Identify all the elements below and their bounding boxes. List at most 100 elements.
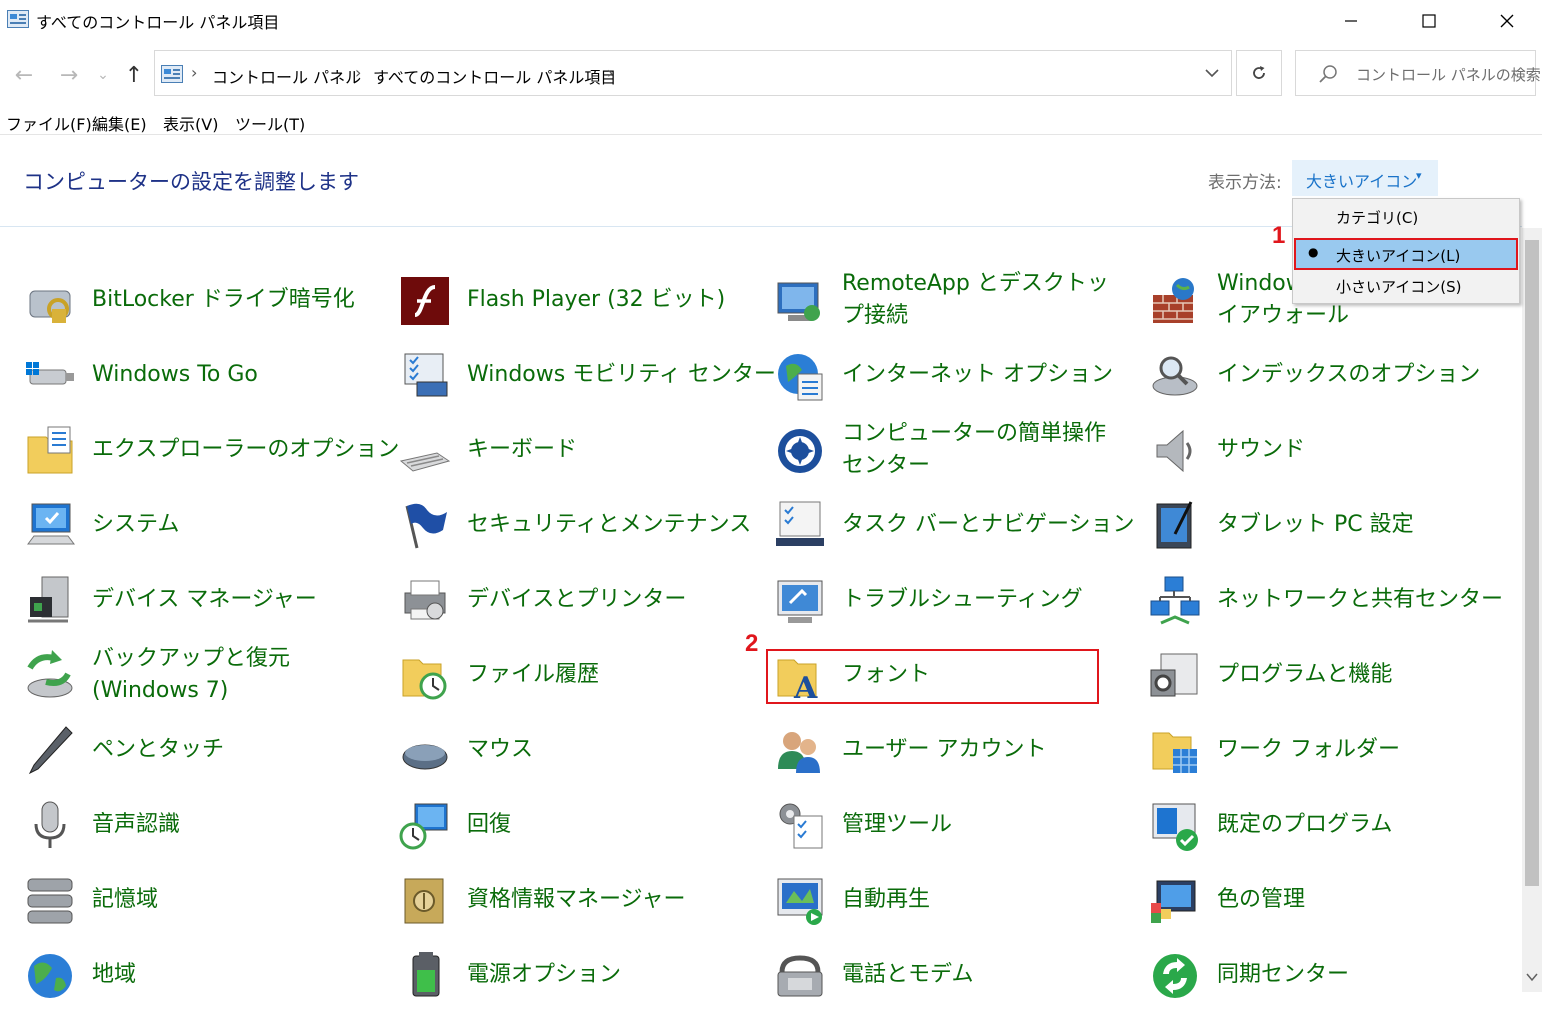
- control-panel-item[interactable]: 回復: [397, 790, 767, 864]
- scroll-down-arrow-icon[interactable]: [1524, 966, 1540, 988]
- control-panel-item[interactable]: サウンド: [1147, 415, 1507, 489]
- menu-edit[interactable]: 編集(E): [92, 111, 147, 135]
- control-panel-item-label: Flash Player (32 ビット): [467, 287, 726, 312]
- annotation-highlight-box: [766, 649, 1099, 704]
- control-panel-item[interactable]: 記憶域: [22, 865, 392, 939]
- control-panel-item[interactable]: エクスプローラーのオプション: [22, 415, 399, 489]
- scrollbar-thumb[interactable]: [1525, 240, 1539, 886]
- control-panel-item-label: Windows To Go: [92, 362, 258, 387]
- control-panel-item[interactable]: 管理ツール: [772, 790, 1142, 864]
- control-panel-item[interactable]: 自動再生: [772, 865, 1142, 939]
- control-panel-item[interactable]: Windows To Go: [22, 340, 392, 414]
- chevron-down-icon[interactable]: [1205, 68, 1219, 78]
- control-panel-item-label: 電源オプション: [467, 962, 622, 987]
- maximize-button[interactable]: [1390, 0, 1468, 42]
- control-panel-item[interactable]: ワーク フォルダー: [1147, 715, 1507, 789]
- control-panel-item[interactable]: デバイスとプリンター: [397, 565, 767, 639]
- breadcrumb-all-items[interactable]: すべてのコントロール パネル項目: [373, 64, 616, 88]
- control-panel-item[interactable]: インデックスのオプション: [1147, 340, 1507, 414]
- control-panel-item-label: ワーク フォルダー: [1217, 737, 1400, 762]
- internet-icon: [778, 354, 823, 401]
- menu-view[interactable]: 表示(V): [163, 111, 218, 135]
- back-button[interactable]: ←: [12, 61, 36, 89]
- breadcrumb-separator[interactable]: ›: [355, 63, 361, 82]
- close-button[interactable]: [1468, 0, 1542, 42]
- annotation-highlight-box: [1294, 238, 1518, 270]
- control-panel-item[interactable]: コンピューターの簡単操作センター: [772, 415, 1142, 489]
- control-panel-item-label: タスク バーとナビゲーション: [842, 512, 1135, 537]
- forward-button[interactable]: →: [57, 61, 81, 89]
- control-panel-item[interactable]: タスク バーとナビゲーション: [772, 490, 1142, 564]
- annotation-marker-1: 1: [1272, 222, 1286, 249]
- control-panel-item[interactable]: 地域: [22, 940, 392, 1014]
- view-by-value: 大きいアイコン: [1306, 172, 1418, 191]
- search-placeholder[interactable]: コントロール パネルの検索: [1356, 64, 1541, 85]
- control-panel-item[interactable]: 電源オプション: [397, 940, 767, 1014]
- menu-tools[interactable]: ツール(T): [235, 111, 305, 135]
- search-box[interactable]: コントロール パネルの検索: [1295, 50, 1541, 96]
- sound-icon: [1156, 429, 1192, 473]
- divider: [0, 134, 1542, 135]
- control-panel-item[interactable]: ネットワークと共有センター: [1147, 565, 1507, 639]
- control-panel-item[interactable]: 電話とモデム: [772, 940, 1142, 1014]
- control-panel-item[interactable]: バックアップと復元 (Windows 7): [22, 640, 392, 714]
- control-panel-item[interactable]: 既定のプログラム: [1147, 790, 1507, 864]
- control-panel-item[interactable]: システム: [22, 490, 392, 564]
- up-button[interactable]: ↑: [122, 61, 146, 89]
- control-panel-item-label: 地域: [92, 962, 137, 987]
- control-panel-item[interactable]: マウス: [397, 715, 767, 789]
- control-panel-item-label: BitLocker ドライブ暗号化: [92, 287, 355, 312]
- breadcrumb-separator[interactable]: ›: [191, 63, 197, 82]
- control-panel-item[interactable]: キーボード: [397, 415, 767, 489]
- view-menu-item-small-icons[interactable]: 小さいアイコン(S): [1294, 270, 1518, 301]
- close-icon: [1500, 14, 1514, 28]
- programs-icon: [1150, 653, 1198, 697]
- backup-icon: [27, 650, 73, 698]
- control-panel-item[interactable]: デバイス マネージャー: [22, 565, 392, 639]
- control-panel-item[interactable]: トラブルシューティング: [772, 565, 1142, 639]
- taskbar-icon: [776, 501, 824, 546]
- control-panel-item[interactable]: 色の管理: [1147, 865, 1507, 939]
- control-panel-item[interactable]: インターネット オプション: [772, 340, 1142, 414]
- control-panel-item[interactable]: Windows モビリティ センター: [397, 340, 776, 414]
- recovery-icon: [399, 803, 448, 850]
- power-icon: [412, 952, 440, 997]
- control-panel-item[interactable]: ファイル履歴: [397, 640, 767, 714]
- control-panel-item[interactable]: BitLocker ドライブ暗号化: [22, 265, 392, 339]
- control-panel-item[interactable]: セキュリティとメンテナンス: [397, 490, 767, 564]
- control-panel-item-label: 資格情報マネージャー: [467, 887, 686, 912]
- view-menu-item-category[interactable]: カテゴリ(C): [1294, 201, 1518, 232]
- control-panel-item[interactable]: ペンとタッチ: [22, 715, 392, 789]
- recent-locations-button[interactable]: ⌄: [94, 61, 112, 89]
- minimize-button[interactable]: [1312, 0, 1390, 42]
- printer-icon: [404, 580, 446, 620]
- color-management-icon: [1151, 880, 1196, 923]
- view-menu-item-label: 小さいアイコン(S): [1336, 278, 1462, 296]
- bitlocker-icon: [29, 290, 71, 323]
- refresh-button[interactable]: [1236, 50, 1282, 96]
- control-panel-item-label: タブレット PC 設定: [1217, 512, 1414, 537]
- view-by-label: 表示方法:: [1208, 173, 1282, 193]
- control-panel-item[interactable]: ユーザー アカウント: [772, 715, 1142, 789]
- control-panel-item[interactable]: タブレット PC 設定: [1147, 490, 1507, 564]
- forward-arrow-icon: →: [59, 62, 79, 88]
- control-panel-item-label: デバイス マネージャー: [92, 587, 317, 612]
- control-panel-item-label: 記憶域: [92, 887, 159, 912]
- breadcrumb-control-panel[interactable]: コントロール パネル: [212, 64, 361, 88]
- system-icon: [27, 503, 75, 545]
- region-globe-icon: [28, 954, 72, 998]
- control-panel-item[interactable]: 同期センター: [1147, 940, 1507, 1014]
- control-panel-item[interactable]: Flash Player (32 ビット): [397, 265, 767, 339]
- breadcrumb-separator[interactable]: ›: [607, 63, 613, 82]
- control-panel-item-label: RemoteApp とデスクトップ接続: [842, 271, 1109, 328]
- control-panel-item[interactable]: プログラムと機能: [1147, 640, 1507, 714]
- control-panel-item-label: デバイスとプリンター: [467, 587, 687, 612]
- view-by-dropdown[interactable]: 大きいアイコン ▾: [1292, 160, 1438, 196]
- menu-file[interactable]: ファイル(F): [6, 111, 92, 135]
- tablet-icon: [1156, 501, 1193, 549]
- control-panel-item[interactable]: 音声認識: [22, 790, 392, 864]
- address-bar[interactable]: › コントロール パネル › すべてのコントロール パネル項目 ›: [154, 50, 1232, 96]
- maximize-icon: [1422, 14, 1436, 28]
- control-panel-item[interactable]: RemoteApp とデスクトップ接続: [772, 265, 1142, 339]
- control-panel-item[interactable]: 資格情報マネージャー: [397, 865, 767, 939]
